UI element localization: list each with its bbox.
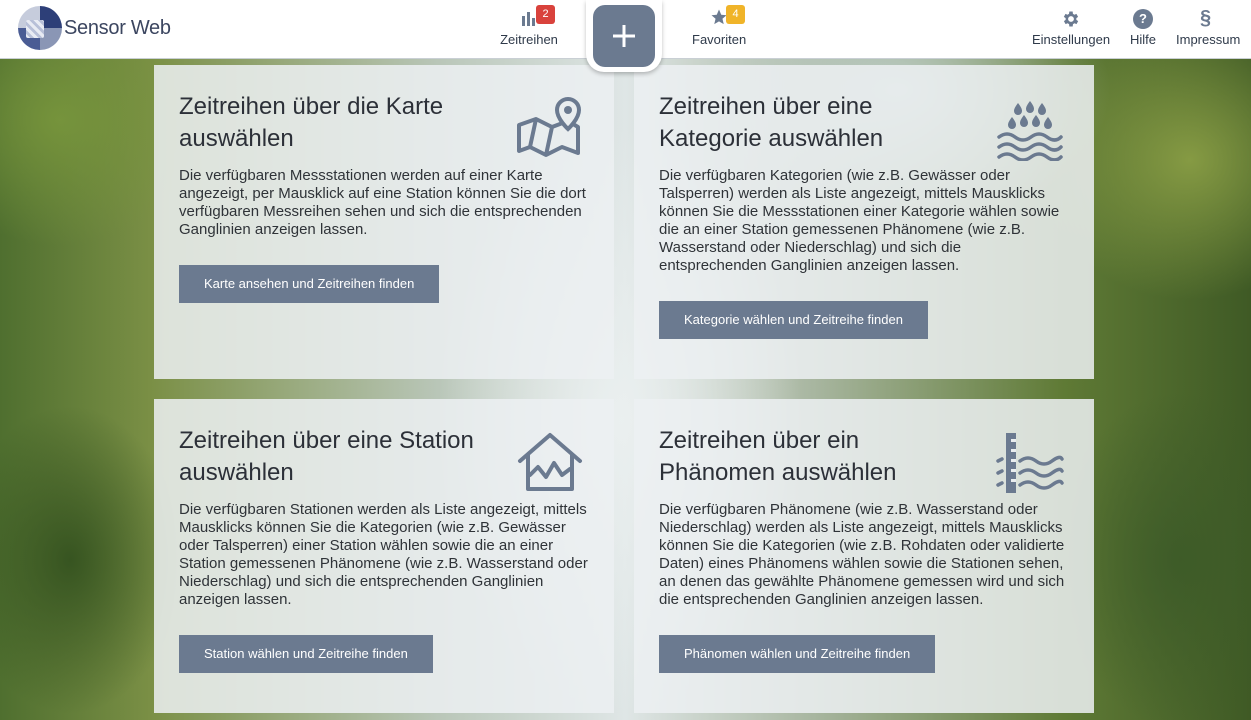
card-map-text: Die verfügbaren Messstationen werden auf…: [179, 167, 586, 238]
nav-favorites[interactable]: 4 Favoriten: [692, 0, 746, 59]
help-icon: ?: [1129, 8, 1157, 29]
star-icon: 4: [692, 5, 746, 28]
nav-help[interactable]: ? Hilfe: [1129, 0, 1157, 59]
nav-imprint[interactable]: § Impressum: [1176, 0, 1240, 59]
logo-icon: [18, 6, 62, 50]
map-marker-icon: [517, 97, 582, 157]
card-category-text: Die verfügbaren Kategorien (wie z.B. Gew…: [659, 167, 1060, 274]
nav-timeseries-label: Zeitreihen: [500, 32, 558, 47]
add-timeseries-button-frame: [586, 0, 662, 72]
logo[interactable]: Sensor Web: [18, 6, 171, 50]
nav-settings-label: Einstellungen: [1032, 32, 1111, 47]
favorites-count-badge: 4: [726, 5, 745, 24]
card-category: Zeitreihen über eine Kategorie auswählen…: [634, 65, 1094, 379]
rain-water-icon: [997, 101, 1063, 161]
card-station-text: Die verfügbaren Stationen werden als Lis…: [179, 501, 588, 608]
nav-timeseries[interactable]: 2 Zeitreihen: [500, 0, 558, 59]
section-icon: §: [1200, 7, 1212, 29]
card-phenomenon-text: Die verfügbaren Phänomene (wie z.B. Wass…: [659, 501, 1065, 608]
nav-imprint-label: Impressum: [1176, 32, 1241, 47]
water-gauge-icon: [996, 433, 1064, 493]
nav-settings[interactable]: Einstellungen: [1032, 0, 1110, 59]
bar-chart-icon: 2: [500, 5, 558, 28]
card-phenomenon: Zeitreihen über ein Phänomen auswählen D…: [634, 399, 1094, 713]
card-station: Zeitreihen über eine Station auswählen D…: [154, 399, 614, 713]
card-station-title: Zeitreihen über eine Station auswählen: [179, 427, 474, 486]
add-timeseries-button[interactable]: [593, 5, 655, 67]
nav-help-label: Hilfe: [1129, 32, 1156, 47]
station-house-icon: [518, 433, 582, 491]
nav-favorites-label: Favoriten: [692, 32, 747, 47]
station-select-button[interactable]: Station wählen und Zeitreihe finden: [179, 635, 433, 673]
phenomenon-select-button[interactable]: Phänomen wählen und Zeitreihe finden: [659, 635, 936, 673]
gear-icon: [1032, 8, 1110, 28]
card-category-title: Zeitreihen über eine Kategorie auswählen: [659, 93, 884, 152]
card-map-title: Zeitreihen über die Karte auswählen: [179, 93, 444, 152]
timeseries-count-badge: 2: [536, 5, 555, 24]
card-map: Zeitreihen über die Karte auswählen Die …: [154, 65, 614, 379]
map-select-button[interactable]: Karte ansehen und Zeitreihen finden: [179, 265, 440, 303]
logo-text: Sensor Web: [64, 16, 171, 39]
category-select-button[interactable]: Kategorie wählen und Zeitreihe finden: [659, 301, 928, 339]
card-phenomenon-title: Zeitreihen über ein Phänomen auswählen: [659, 427, 897, 486]
